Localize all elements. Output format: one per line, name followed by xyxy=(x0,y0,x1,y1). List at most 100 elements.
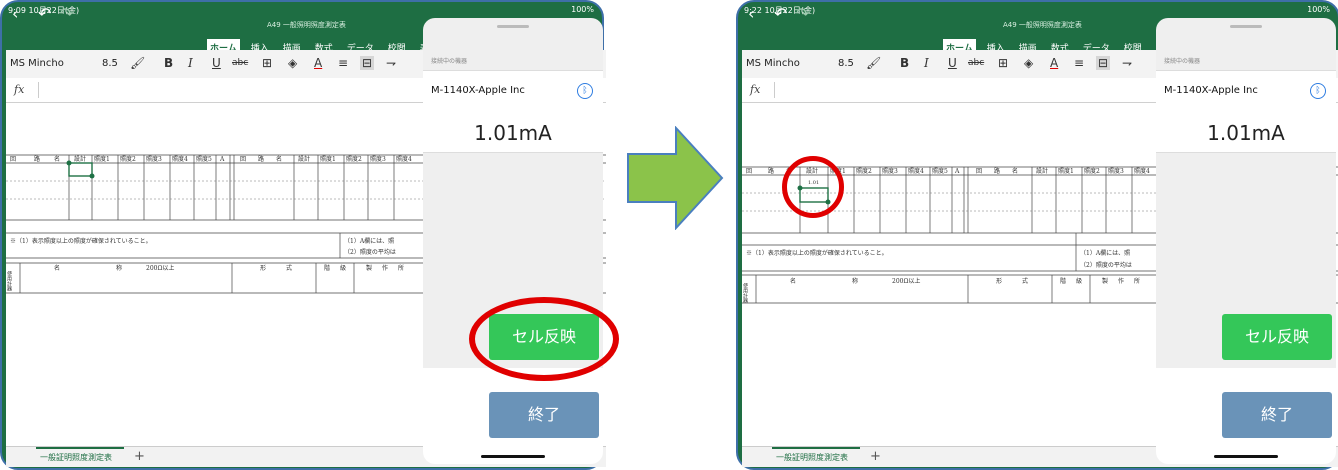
svg-text:（1）A欄には、照: （1）A欄には、照 xyxy=(1080,249,1130,257)
wrap-icon[interactable]: ⇁ xyxy=(1122,56,1132,70)
svg-text:照度2: 照度2 xyxy=(346,155,362,163)
svg-text:称: 称 xyxy=(852,277,858,285)
svg-text:形: 形 xyxy=(260,264,266,272)
svg-text:所: 所 xyxy=(398,264,404,272)
svg-text:階: 階 xyxy=(1060,277,1066,285)
svg-text:式: 式 xyxy=(1022,277,1028,285)
underline-button[interactable]: U xyxy=(212,56,221,70)
font-color-icon[interactable]: A xyxy=(1050,56,1058,70)
svg-text:称: 称 xyxy=(116,264,122,272)
format-painter-icon[interactable]: 🖌 xyxy=(866,56,881,70)
svg-text:作: 作 xyxy=(382,264,388,272)
merge-icon[interactable]: ⊟ xyxy=(360,56,375,70)
font-name-select[interactable]: MS Mincho xyxy=(746,58,800,69)
svg-text:路: 路 xyxy=(258,155,264,163)
sheet-tab[interactable]: 一般証明照度測定表 xyxy=(776,452,848,463)
bluetooth-icon[interactable]: ᛒ xyxy=(577,83,593,99)
add-sheet-button[interactable]: + xyxy=(134,449,145,464)
svg-text:設計: 設計 xyxy=(298,155,310,163)
svg-text:設計: 設計 xyxy=(1036,167,1048,175)
back-chevron-icon[interactable]: ‹ xyxy=(748,4,754,23)
panel-grabber[interactable] xyxy=(1230,25,1262,28)
sheet-tab[interactable]: 一般証明照度測定表 xyxy=(40,452,112,463)
font-size-select[interactable]: 8.5 xyxy=(102,58,118,69)
fx-icon: fx xyxy=(750,83,761,96)
svg-text:使用計器: 使用計器 xyxy=(6,270,12,292)
redo-icon[interactable]: ↷ xyxy=(60,4,73,23)
align-icon[interactable]: ≡ xyxy=(1074,56,1084,70)
svg-text:回: 回 xyxy=(240,156,246,163)
undo-icon[interactable]: ↶ xyxy=(38,4,51,23)
svg-text:路: 路 xyxy=(34,155,40,163)
svg-text:名: 名 xyxy=(54,155,60,163)
end-button[interactable]: 終了 xyxy=(489,392,599,438)
fill-color-icon[interactable]: ◈ xyxy=(1024,56,1033,70)
svg-text:照度3: 照度3 xyxy=(1108,167,1124,175)
wrap-icon[interactable]: ⇁ xyxy=(386,56,396,70)
borders-icon[interactable]: ⊞ xyxy=(998,56,1008,70)
selection-handle[interactable] xyxy=(89,173,95,179)
underline-button[interactable]: U xyxy=(948,56,957,70)
svg-text:（2）照度の平均は: （2）照度の平均は xyxy=(1080,261,1132,269)
svg-text:式: 式 xyxy=(286,264,292,272)
strikethrough-button[interactable]: abc xyxy=(232,58,248,68)
device-row[interactable]: M-1140X-Apple Inc ᛒ xyxy=(423,70,603,118)
selected-cell[interactable] xyxy=(68,162,93,177)
bold-button[interactable]: B xyxy=(900,56,909,70)
svg-text:（1）A欄には、照: （1）A欄には、照 xyxy=(344,237,394,245)
svg-text:級: 級 xyxy=(1076,277,1082,285)
panel-grabber[interactable] xyxy=(497,25,529,28)
document-title: A49 一般照明照度測定表 xyxy=(1003,21,1082,29)
measurement-reading: 1.01mA xyxy=(1156,116,1336,153)
svg-text:照度5: 照度5 xyxy=(196,155,212,163)
device-name: M-1140X-Apple Inc xyxy=(431,85,525,96)
font-size-select[interactable]: 8.5 xyxy=(838,58,854,69)
device-row[interactable]: M-1140X-Apple Inc ᛒ xyxy=(1156,70,1336,118)
selection-handle[interactable] xyxy=(66,160,72,166)
font-name-select[interactable]: MS Mincho xyxy=(10,58,64,69)
svg-text:製: 製 xyxy=(366,264,372,272)
svg-text:200Ω以上: 200Ω以上 xyxy=(892,277,920,285)
home-indicator xyxy=(481,455,545,458)
borders-icon[interactable]: ⊞ xyxy=(262,56,272,70)
battery-level: 100% xyxy=(571,5,594,14)
bold-button[interactable]: B xyxy=(164,56,173,70)
svg-text:照度3: 照度3 xyxy=(370,155,386,163)
svg-text:A: A xyxy=(219,156,225,163)
undo-icon[interactable]: ↶ xyxy=(774,4,787,23)
redo-icon[interactable]: ↷ xyxy=(796,4,809,23)
align-icon[interactable]: ≡ xyxy=(338,56,348,70)
right-arrow-icon xyxy=(627,126,724,230)
home-indicator xyxy=(1214,455,1278,458)
highlight-circle xyxy=(469,297,619,381)
svg-text:照度4: 照度4 xyxy=(172,155,188,163)
cell-reflect-button[interactable]: セル反映 xyxy=(1222,314,1332,360)
format-painter-icon[interactable]: 🖌 xyxy=(130,56,145,70)
italic-button[interactable]: I xyxy=(188,56,193,70)
end-button[interactable]: 終了 xyxy=(1222,392,1332,438)
merge-icon[interactable]: ⊟ xyxy=(1096,56,1111,70)
fx-icon: fx xyxy=(14,83,25,96)
svg-text:照度4: 照度4 xyxy=(908,167,924,175)
measurement-reading: 1.01mA xyxy=(423,116,603,153)
document-title: A49 一般照明照度測定表 xyxy=(267,21,346,29)
svg-text:照度3: 照度3 xyxy=(146,155,162,163)
svg-text:※（1）表示照度以上の照度が確保されていること。: ※（1）表示照度以上の照度が確保されていること。 xyxy=(10,237,152,245)
back-chevron-icon[interactable]: ‹ xyxy=(12,4,18,23)
connected-device-label: 接続中の機器 xyxy=(1164,58,1201,65)
svg-text:照度2: 照度2 xyxy=(856,167,872,175)
svg-text:路: 路 xyxy=(768,167,774,175)
svg-text:回: 回 xyxy=(10,156,16,163)
svg-text:階: 階 xyxy=(324,264,330,272)
svg-text:回: 回 xyxy=(976,168,982,175)
svg-text:200Ω以上: 200Ω以上 xyxy=(146,264,174,272)
bluetooth-icon[interactable]: ᛒ xyxy=(1310,83,1326,99)
svg-text:路: 路 xyxy=(994,167,1000,175)
svg-text:形: 形 xyxy=(996,277,1002,285)
font-color-icon[interactable]: A xyxy=(314,56,322,70)
strikethrough-button[interactable]: abc xyxy=(968,58,984,68)
italic-button[interactable]: I xyxy=(924,56,929,70)
add-sheet-button[interactable]: + xyxy=(870,449,881,464)
fill-color-icon[interactable]: ◈ xyxy=(288,56,297,70)
svg-text:照度4: 照度4 xyxy=(1134,167,1150,175)
